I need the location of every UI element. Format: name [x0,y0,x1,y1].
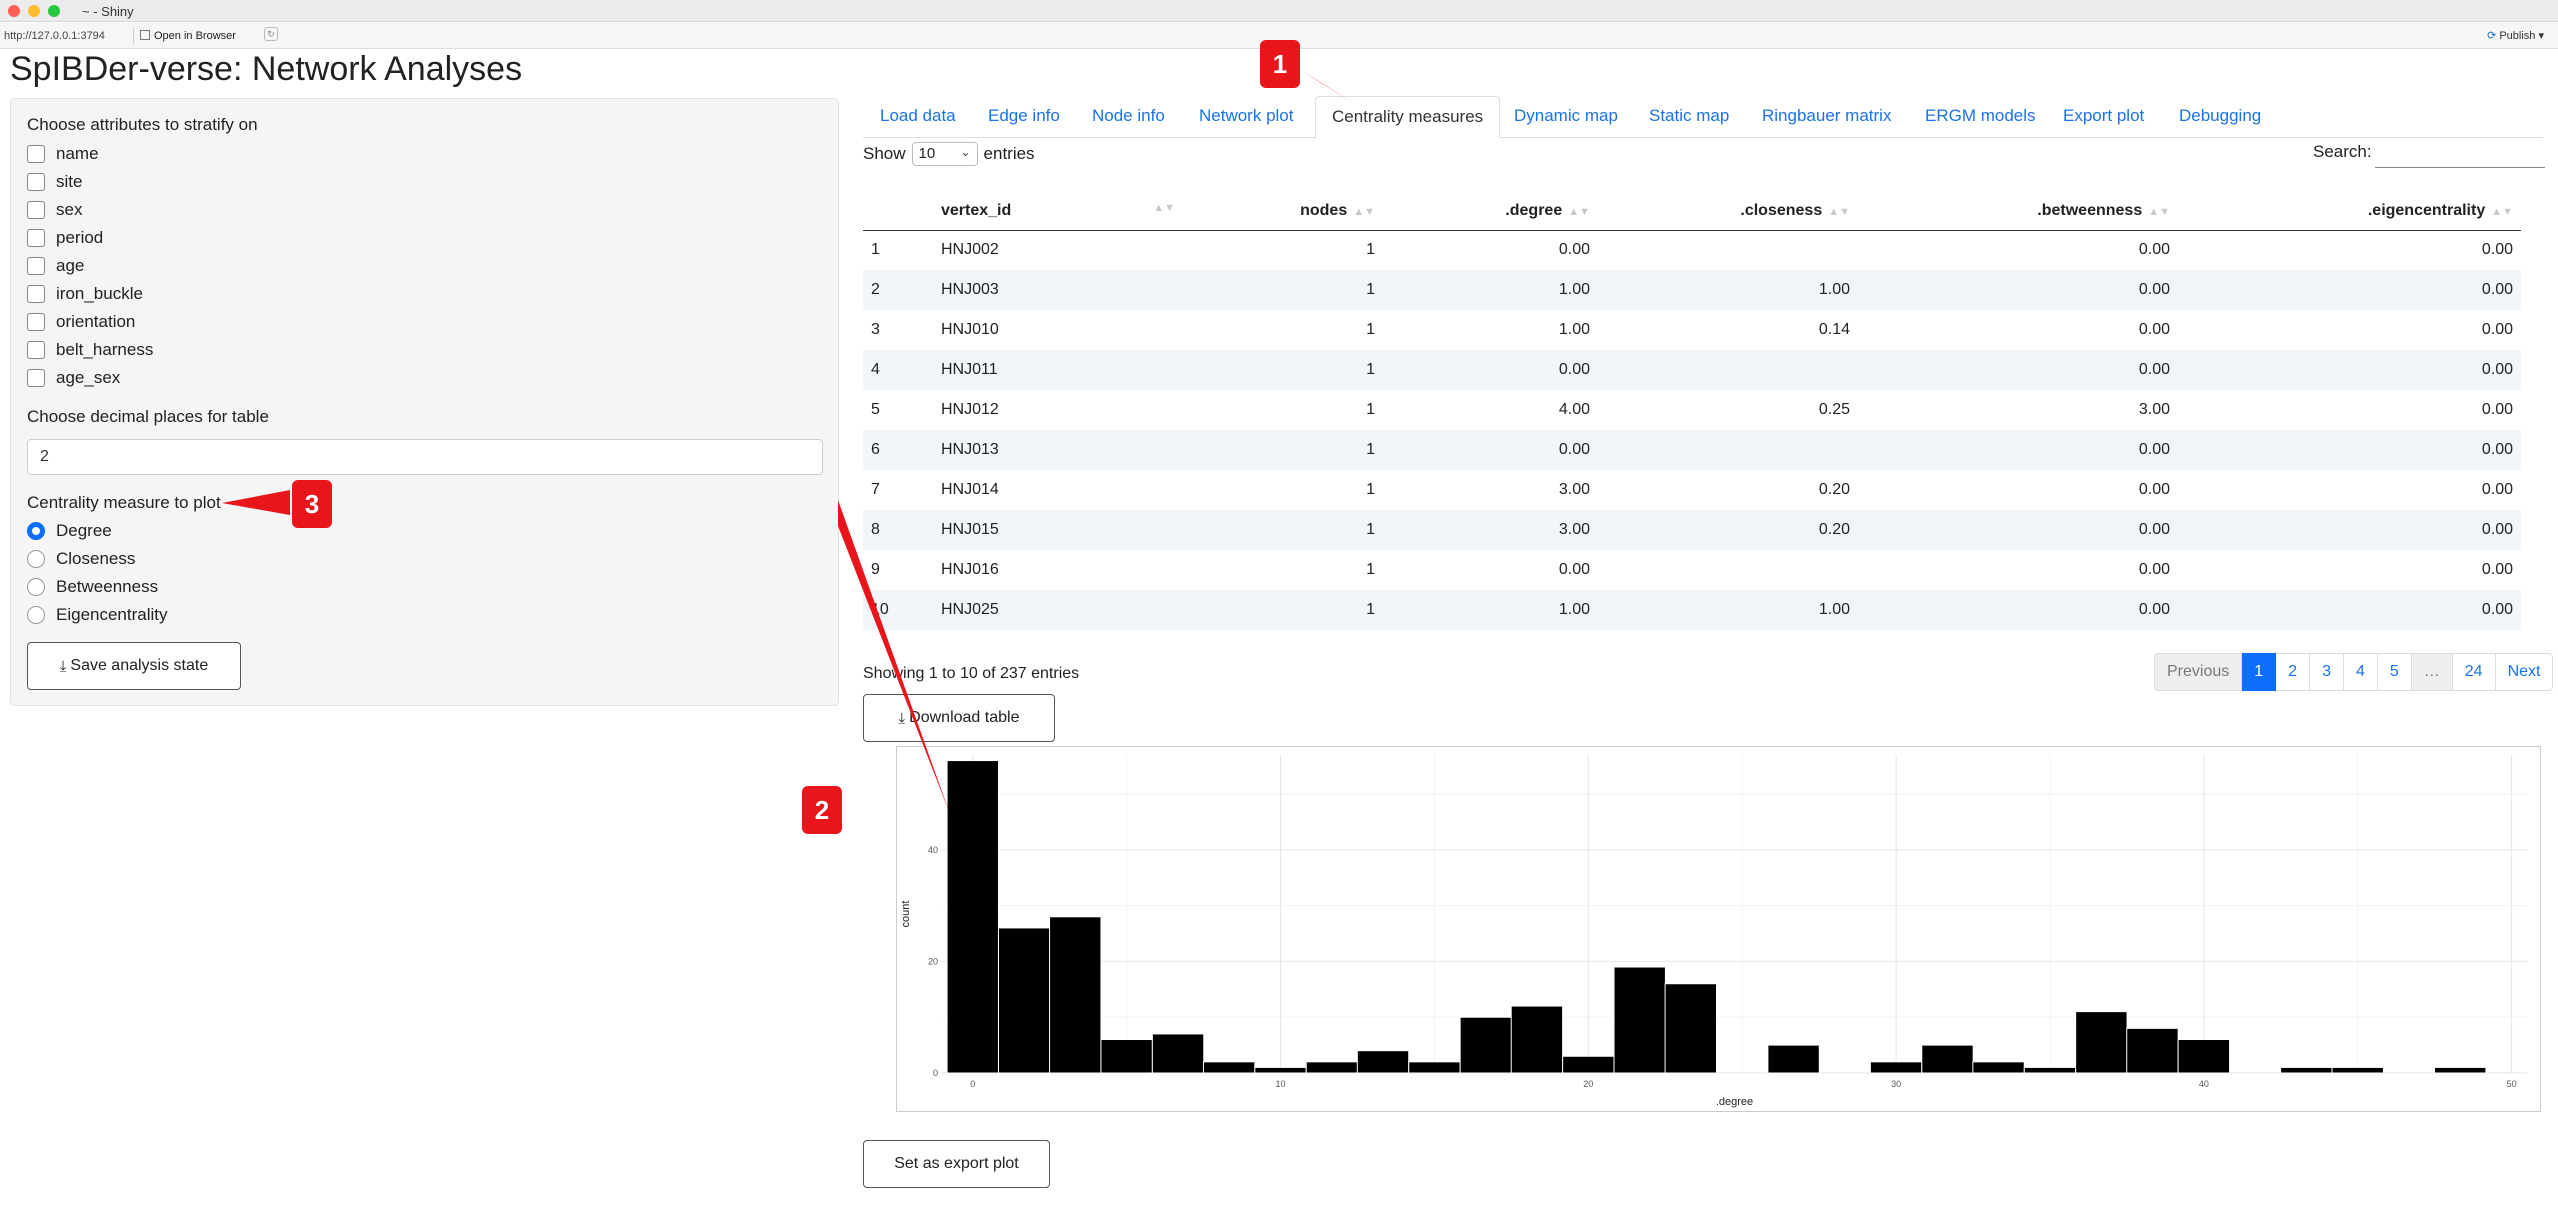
callout-3-pointer [222,490,290,515]
annotation-overlay [222,70,1355,814]
callout-2: 2 [802,786,842,834]
callout-2-pointer [838,500,950,814]
callout-1-pointer [1300,70,1355,104]
callout-1: 1 [1260,40,1300,88]
callout-3: 3 [292,480,332,528]
